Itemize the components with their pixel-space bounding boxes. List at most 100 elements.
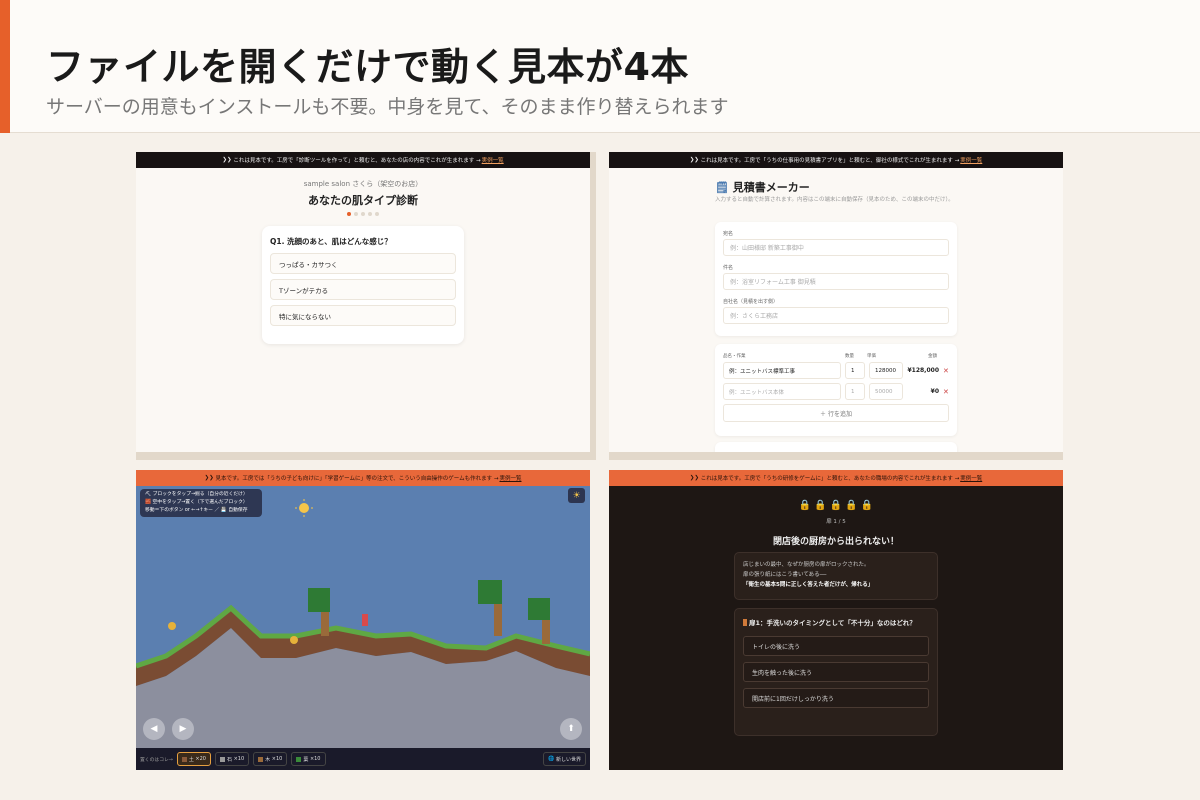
company-input[interactable]: 例：さくら工務店 xyxy=(723,307,949,324)
answer-option[interactable]: 特に気にならない xyxy=(270,305,456,326)
examples-link[interactable]: 実例一覧 xyxy=(960,474,982,482)
field-label: 自社名（見積を出す側） xyxy=(723,299,779,305)
jump-button[interactable]: ⬆ xyxy=(560,718,582,740)
qty-input[interactable]: 1 xyxy=(845,383,865,400)
banner-icon: ❯❯ xyxy=(689,157,701,163)
column-header: 品名・作業 xyxy=(723,354,746,359)
totals-card xyxy=(715,442,957,452)
page-title: ファイルを開くだけで動く見本が4本 xyxy=(46,45,689,89)
lock-icon: 🔒 xyxy=(814,500,827,511)
new-world-label: 新しい世界 xyxy=(555,756,581,763)
block-count: ×20 xyxy=(195,756,206,762)
sun-icon xyxy=(299,503,309,513)
block-count: ×10 xyxy=(271,756,283,762)
amount-value: ¥0 xyxy=(930,388,939,395)
add-row-button[interactable]: ＋ 行を追加 xyxy=(723,404,949,422)
document-icon: 🗒 xyxy=(715,181,733,194)
banner-icon: ❯❯ xyxy=(204,475,216,481)
brand-name: sample salon さくら（架空のお店） xyxy=(303,180,423,188)
lock-icon: 🔒 xyxy=(829,500,843,511)
progress-dot xyxy=(375,212,379,216)
question-label: 扉1：手洗いのタイミングとして「不十分」なのはどれ？ xyxy=(749,619,916,627)
banner-text: これは見本です。工房で「うちの研修をゲームに」と頼むと、あなたの職場の内容でこれ… xyxy=(700,476,960,482)
banner-text: これは見本です。工房で「うちの仕事用の見積書アプリを」と頼むと、御社の様式でこれ… xyxy=(700,158,960,164)
question-card: 扉1：手洗いのタイミングとして「不十分」なのはどれ？ トイレの後に洗う 生肉を触… xyxy=(734,608,938,736)
globe-icon: 🌐 xyxy=(548,756,556,762)
table-row: 例：ユニットバス標準工事 1 128000 ¥128,000 ✕ xyxy=(723,362,949,379)
toolbar-label: 置くのはコレ→ xyxy=(140,757,173,763)
answer-option[interactable]: 開店前に1回だけしっかり洗う xyxy=(743,688,929,708)
tree-leaves xyxy=(308,588,330,612)
panel-shadow xyxy=(609,452,1063,460)
qty-input[interactable]: 1 xyxy=(845,362,865,379)
banner-text: これは見本です。工房で「診断ツールを作って」と頼むと、あなたの店の内容でこれが生… xyxy=(233,158,481,164)
banner-text: 見本です。工房では「うちの子ども向けに」「学習ゲームに」等の注文で、こういう自由… xyxy=(215,476,499,482)
block-count: ×10 xyxy=(309,756,321,762)
addressee-input[interactable]: 例：山田様邸 新築工事御中 xyxy=(723,239,949,256)
block-label: 木 xyxy=(265,756,271,763)
delete-row-icon[interactable]: ✕ xyxy=(943,388,949,396)
screenshot-escape-quiz: ❯❯ これは見本です。工房で「うちの研修をゲームに」と頼むと、あなたの職場の内容… xyxy=(609,470,1063,770)
help-line: 移動＝下のボタン or ←→↑キー ／ 💾 自動保存 xyxy=(145,508,248,513)
answer-option[interactable]: トイレの後に洗う xyxy=(743,636,929,656)
app-description: 入力すると自動で計算されます。内容はこの端末に自動保存（見本のため、この端末の中… xyxy=(715,197,954,203)
block-label: 土 xyxy=(188,756,194,763)
progress-dot xyxy=(347,212,351,216)
column-header: 単価 xyxy=(867,354,876,359)
delete-row-icon[interactable]: ✕ xyxy=(943,367,949,375)
stone-block-icon xyxy=(219,756,225,762)
page-header: ファイルを開くだけで動く見本が4本 サーバーの用意もインストールも不要。中身を見… xyxy=(0,0,1200,133)
controls-help: ⛏ ブロックをタップ→掘る（自分の近くだけ） 🧱 空中をタップ→置く（下で選んだ… xyxy=(140,489,262,517)
block-label: 葉 xyxy=(303,756,309,763)
panel-shadow xyxy=(136,452,596,460)
leaf-block-icon xyxy=(296,756,302,762)
player-character xyxy=(362,614,368,626)
move-right-button[interactable]: ▶ xyxy=(172,718,194,740)
subject-input[interactable]: 例：浴室リフォーム工事 御見積 xyxy=(723,273,949,290)
field-label: 件名 xyxy=(723,265,734,271)
progress-dot xyxy=(354,212,358,216)
block-count: ×10 xyxy=(233,756,245,762)
column-header: 金額 xyxy=(928,354,937,359)
block-leaf-button[interactable]: 葉 ×10 xyxy=(291,752,326,766)
table-header: 品名・作業 数量 単価 金額 xyxy=(723,353,949,359)
header-form-card: 宛名 例：山田様邸 新築工事御中 件名 例：浴室リフォーム工事 御見積 自社名（… xyxy=(715,222,957,336)
banner-icon: ❯❯ xyxy=(222,157,234,163)
answer-option[interactable]: Tゾーンがテカる xyxy=(270,279,456,300)
examples-link[interactable]: 実例一覧 xyxy=(960,156,982,164)
tree-leaves xyxy=(478,580,502,604)
story-emphasis: 「衛生の基本5問に正しく答えた者だけが、帰れる」 xyxy=(743,582,874,588)
move-left-button[interactable]: ◀ xyxy=(143,718,165,740)
price-input[interactable]: 128000 xyxy=(869,362,903,379)
lock-icon: 🔒 xyxy=(845,500,858,511)
new-world-button[interactable]: 🌐 新しい世界 xyxy=(543,752,586,766)
panel-shadow xyxy=(590,152,596,460)
price-input[interactable]: 50000 xyxy=(869,383,903,400)
page-subtitle: サーバーの用意もインストールも不要。中身を見て、そのまま作り替えられます xyxy=(46,96,729,118)
help-line: ⛏ ブロックをタップ→掘る（自分の近くだけ） xyxy=(145,492,248,497)
block-label: 石 xyxy=(226,756,232,763)
sample-banner: ❯❯ これは見本です。工房で「うちの仕事用の見積書アプリを」と頼むと、御社の様式… xyxy=(609,152,1063,168)
block-wood-button[interactable]: 木 ×10 xyxy=(253,752,288,766)
amount-value: ¥128,000 xyxy=(907,367,939,374)
block-dirt-button[interactable]: 土 ×20 xyxy=(176,752,211,766)
item-input[interactable]: 例：ユニットバス標準工事 xyxy=(723,362,841,379)
sample-banner: ❯❯ 見本です。工房では「うちの子ども向けに」「学習ゲームに」等の注文で、こうい… xyxy=(136,470,590,486)
question-text: 扉1：手洗いのタイミングとして「不十分」なのはどれ？ xyxy=(743,618,929,629)
game-world[interactable] xyxy=(136,486,590,748)
column-header: 数量 xyxy=(845,354,854,359)
screenshot-block-game: ❯❯ 見本です。工房では「うちの子ども向けに」「学習ゲームに」等の注文で、こうい… xyxy=(136,470,590,770)
question-text: Q1. 洗顔のあと、肌はどんな感じ？ xyxy=(270,237,392,246)
item-input[interactable]: 例：ユニットバス本体 xyxy=(723,383,841,400)
examples-link[interactable]: 実例一覧 xyxy=(482,156,504,164)
door-counter: 扉 1 / 5 xyxy=(826,519,846,525)
progress-dots xyxy=(136,212,590,216)
block-stone-button[interactable]: 石 ×10 xyxy=(214,752,250,766)
answer-option[interactable]: 生肉を触った後に洗う xyxy=(743,662,929,682)
quiz-title: あなたの肌タイプ診断 xyxy=(308,194,418,207)
examples-link[interactable]: 実例一覧 xyxy=(499,474,521,482)
tree-leaves xyxy=(528,598,550,620)
day-night-button[interactable]: ☀ xyxy=(568,488,585,503)
sample-banner: ❯❯ これは見本です。工房で「うちの研修をゲームに」と頼むと、あなたの職場の内容… xyxy=(609,470,1063,486)
answer-option[interactable]: つっぱる・カサつく xyxy=(270,253,456,274)
